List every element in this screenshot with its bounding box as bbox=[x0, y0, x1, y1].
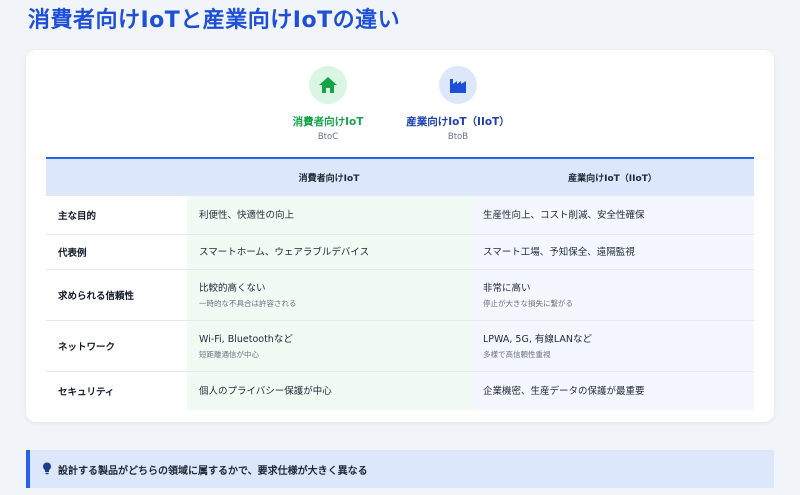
row-label: セキュリティ bbox=[58, 387, 115, 398]
consumer-value: Wi-Fi, Bluetoothなど bbox=[199, 333, 293, 345]
industrial-cell: LPWA, 5G, 有線LANなど 多様で高信頼性重視 bbox=[471, 321, 754, 371]
row-label: 求められる信頼性 bbox=[58, 291, 135, 302]
factory-icon bbox=[439, 66, 477, 104]
consumer-cell: 比較的高くない 一時的な不具合は許容される bbox=[187, 270, 471, 320]
consumer-value: スマートホーム、ウェアラブルデバイス bbox=[199, 246, 370, 258]
table-header-industrial: 産業向けIoT（IIoT） bbox=[471, 159, 754, 195]
table-row: 主な目的 利便性、快適性の向上 生産性向上、コスト削減、安全性確保 bbox=[46, 196, 754, 235]
industrial-value: 非常に高い bbox=[483, 282, 531, 294]
table-row: ネットワーク Wi-Fi, Bluetoothなど 短距離通信が中心 LPWA,… bbox=[46, 321, 754, 372]
row-label: 主な目的 bbox=[58, 211, 97, 222]
consumer-value: 利便性、快適性の向上 bbox=[199, 209, 295, 221]
industrial-cell: 生産性向上、コスト削減、安全性確保 bbox=[471, 196, 754, 234]
table-header-label bbox=[46, 159, 187, 195]
comparison-card: 消費者向けIoT BtoC 産業向けIoT（IIoT） BtoB 消費者向けIo… bbox=[26, 50, 774, 422]
table-row: セキュリティ 個人のプライバシー保護が中心 企業機密、生産データの保護が最重要 bbox=[46, 372, 754, 410]
note-box: 設計する製品がどちらの領域に属するかで、要求仕様が大きく異なる bbox=[26, 450, 774, 488]
consumer-cell: Wi-Fi, Bluetoothなど 短距離通信が中心 bbox=[187, 321, 471, 371]
table-header-row: 消費者向けIoT 産業向けIoT（IIoT） bbox=[46, 159, 754, 196]
industrial-value: 企業機密、生産データの保護が最重要 bbox=[483, 385, 645, 397]
consumer-cell: 利便性、快適性の向上 bbox=[187, 196, 471, 234]
industrial-cell: スマート工場、予知保全、遠隔監視 bbox=[471, 235, 754, 269]
industrial-note: 停止が大きな損失に繋がる bbox=[483, 298, 573, 308]
table-row: 代表例 スマートホーム、ウェアラブルデバイス スマート工場、予知保全、遠隔監視 bbox=[46, 235, 754, 270]
industrial-cell: 企業機密、生産データの保護が最重要 bbox=[471, 372, 754, 410]
house-icon bbox=[309, 66, 347, 104]
comparison-table: 消費者向けIoT 産業向けIoT（IIoT） 主な目的 利便性、快適性の向上 生… bbox=[46, 157, 754, 410]
industrial-cell: 非常に高い 停止が大きな損失に繋がる bbox=[471, 270, 754, 320]
lightbulb-icon bbox=[42, 460, 52, 479]
consumer-note: 一時的な不具合は許容される bbox=[199, 298, 297, 308]
legend: 消費者向けIoT BtoC 産業向けIoT（IIoT） BtoB bbox=[26, 66, 774, 158]
industrial-value: 生産性向上、コスト削減、安全性確保 bbox=[483, 209, 645, 221]
legend-industrial: 産業向けIoT（IIoT） BtoB bbox=[378, 66, 538, 143]
table-header-consumer: 消費者向けIoT bbox=[187, 159, 471, 195]
row-label: ネットワーク bbox=[58, 342, 116, 353]
page-title: 消費者向けIoTと産業向けIoTの違い bbox=[28, 8, 401, 33]
industrial-note: 多様で高信頼性重視 bbox=[483, 349, 551, 359]
legend-industrial-sub: BtoB bbox=[447, 132, 469, 142]
consumer-value: 個人のプライバシー保護が中心 bbox=[199, 385, 332, 397]
consumer-cell: 個人のプライバシー保護が中心 bbox=[187, 372, 471, 410]
consumer-note: 短距離通信が中心 bbox=[199, 349, 259, 359]
industrial-value: LPWA, 5G, 有線LANなど bbox=[483, 333, 592, 345]
legend-industrial-name: 産業向けIoT（IIoT） bbox=[406, 116, 510, 128]
note-text: 設計する製品がどちらの領域に属するかで、要求仕様が大きく異なる bbox=[58, 465, 368, 477]
row-label: 代表例 bbox=[58, 248, 87, 259]
table-row: 求められる信頼性 比較的高くない 一時的な不具合は許容される 非常に高い 停止が… bbox=[46, 270, 754, 321]
consumer-value: 比較的高くない bbox=[199, 282, 266, 294]
industrial-value: スマート工場、予知保全、遠隔監視 bbox=[483, 246, 635, 258]
consumer-cell: スマートホーム、ウェアラブルデバイス bbox=[187, 235, 471, 269]
